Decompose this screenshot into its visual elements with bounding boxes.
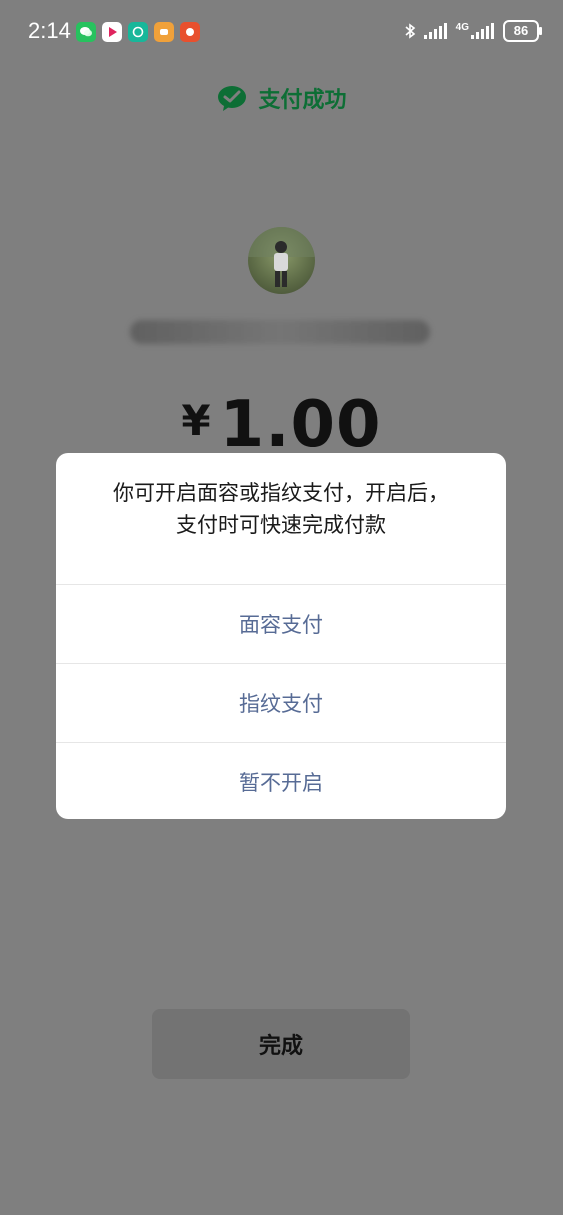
dialog-message: 你可开启面容或指纹支付，开启后， 支付时可快速完成付款 — [56, 453, 506, 584]
dialog-message-line-2: 支付时可快速完成付款 — [176, 513, 386, 537]
status-bar: 2:14 4G 86 — [0, 0, 563, 64]
video-app-icon — [102, 22, 122, 42]
face-pay-button[interactable]: 面容支付 — [56, 584, 506, 663]
merchant-name-redacted — [130, 320, 430, 344]
network-type: 4G — [455, 21, 469, 33]
xiaomi-app-icon — [128, 22, 148, 42]
shopping-app-icon — [180, 22, 200, 42]
done-button[interactable]: 完成 — [152, 1009, 410, 1079]
page-title: 支付成功 — [258, 88, 347, 113]
dialog-message-line-1: 你可开启面容或指纹支付，开启后， — [113, 481, 449, 505]
payment-amount: ¥1.00 — [0, 388, 563, 462]
merchant-avatar — [248, 227, 315, 294]
wechat-pay-icon — [218, 86, 247, 111]
status-time: 2:14 — [28, 18, 71, 43]
wechat-icon — [76, 22, 96, 42]
bluetooth-icon — [405, 23, 415, 39]
not-now-button[interactable]: 暂不开启 — [56, 742, 506, 819]
system-status: 4G 86 — [404, 20, 542, 42]
game-app-icon — [154, 22, 174, 42]
notification-icons — [76, 22, 200, 42]
battery-indicator: 86 — [503, 20, 542, 42]
signal-4g-icon — [471, 23, 494, 39]
payment-success-header: 支付成功 — [0, 82, 563, 114]
merchant-name — [120, 312, 440, 352]
currency-symbol: ¥ — [181, 396, 212, 446]
signal-icon — [423, 23, 447, 39]
biometric-payment-dialog: 你可开启面容或指纹支付，开启后， 支付时可快速完成付款 面容支付 指纹支付 暂不… — [56, 453, 506, 819]
amount-value: 1.00 — [219, 388, 382, 462]
fingerprint-pay-button[interactable]: 指纹支付 — [56, 663, 506, 742]
